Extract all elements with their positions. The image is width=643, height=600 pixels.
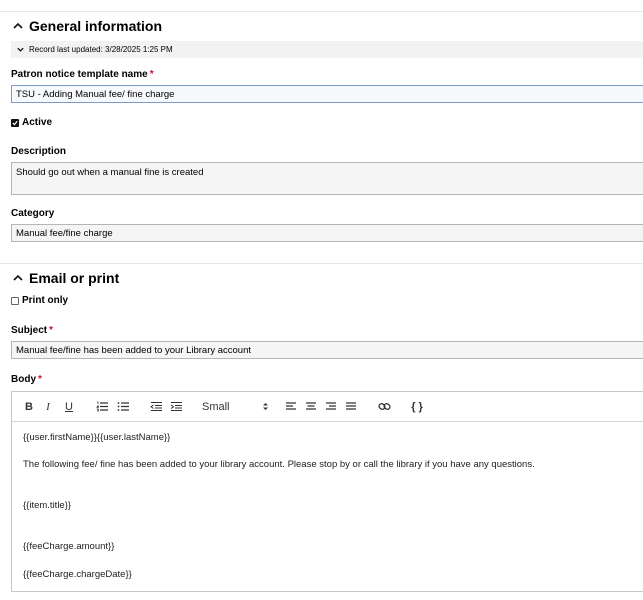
body-line: {{item.title}}: [23, 500, 72, 511]
body-line: {{feeCharge.amount}}: [23, 541, 115, 552]
italic-button[interactable]: I: [42, 399, 54, 414]
label-text: Patron notice template name: [11, 69, 148, 80]
top-divider: [0, 11, 643, 12]
link-button[interactable]: [376, 399, 392, 414]
category-select[interactable]: Manual fee/fine charge: [11, 224, 643, 242]
body-line: {{user.firstName}}{{user.lastName}}: [23, 432, 171, 443]
align-center-button[interactable]: [304, 399, 318, 414]
general-information-header[interactable]: General information: [11, 18, 162, 34]
label-text: Body: [11, 374, 36, 385]
subject-label: Subject *: [11, 325, 53, 336]
bold-button[interactable]: B: [23, 399, 35, 414]
template-name-input[interactable]: TSU - Adding Manual fee/ fine charge: [11, 85, 643, 103]
body-rich-text-editor[interactable]: B I U Small {} {{user.firstName}}{{user…: [11, 391, 643, 592]
indent-icon: [170, 401, 182, 412]
required-marker: *: [38, 374, 42, 385]
link-icon: [377, 403, 391, 410]
bullet-list-button[interactable]: [116, 399, 130, 414]
print-only-label: Print only: [22, 295, 69, 306]
required-marker: *: [49, 325, 54, 336]
align-justify-icon: [346, 402, 356, 410]
align-center-icon: [306, 402, 316, 410]
body-line: {{feeCharge.chargeDate}}: [23, 569, 132, 580]
category-value: Manual fee/fine charge: [16, 227, 113, 239]
body-line: The following fee/ fine has been added t…: [23, 459, 535, 470]
record-last-updated-toggle[interactable]: Record last updated: 3/28/2025 1:25 PM: [11, 41, 643, 58]
checkbox-unchecked-icon: [11, 296, 19, 305]
description-label: Description: [11, 146, 67, 157]
bullet-list-icon: [117, 402, 129, 411]
subject-value: Manual fee/fine has been added to your L…: [16, 344, 252, 356]
checkbox-checked-icon: [11, 118, 19, 127]
align-left-button[interactable]: [284, 399, 298, 414]
active-checkbox[interactable]: Active: [11, 117, 52, 128]
active-label: Active: [22, 117, 53, 128]
underline-button[interactable]: U: [63, 399, 75, 414]
label-text: Subject: [11, 325, 48, 336]
template-name-value: TSU - Adding Manual fee/ fine charge: [16, 88, 175, 100]
outdent-icon: [149, 401, 162, 412]
up-down-arrows-icon: [263, 403, 268, 410]
template-name-label: Patron notice template name *: [11, 69, 154, 80]
align-justify-button[interactable]: [344, 399, 358, 414]
body-label: Body *: [11, 374, 42, 385]
align-right-icon: [326, 402, 336, 410]
outdent-button[interactable]: [149, 399, 163, 414]
section-title: Email or print: [29, 270, 120, 286]
insert-token-button[interactable]: { }: [408, 399, 426, 414]
ordered-list-button[interactable]: [95, 399, 109, 414]
align-left-icon: [286, 402, 296, 410]
required-marker: *: [149, 69, 154, 80]
font-size-select[interactable]: Small: [202, 399, 284, 414]
record-last-updated-text: Record last updated: 3/28/2025 1:25 PM: [29, 45, 173, 54]
section-divider: [0, 263, 643, 264]
ordered-list-icon: [96, 401, 108, 412]
font-size-value: Small: [202, 400, 230, 413]
subject-input[interactable]: Manual fee/fine has been added to your L…: [11, 341, 643, 359]
description-textarea[interactable]: Should go out when a manual fine is crea…: [11, 162, 643, 195]
email-or-print-header[interactable]: Email or print: [11, 270, 119, 286]
align-right-button[interactable]: [324, 399, 338, 414]
description-value: Should go out when a manual fine is crea…: [16, 167, 204, 178]
print-only-checkbox[interactable]: Print only: [11, 295, 68, 306]
indent-button[interactable]: [169, 399, 183, 414]
editor-toolbar: B I U Small {}: [12, 392, 643, 422]
category-label: Category: [11, 208, 55, 219]
chevron-up-icon: [13, 274, 23, 281]
chevron-down-icon: [17, 47, 24, 52]
chevron-up-icon: [13, 22, 23, 29]
section-title: General information: [29, 18, 163, 34]
